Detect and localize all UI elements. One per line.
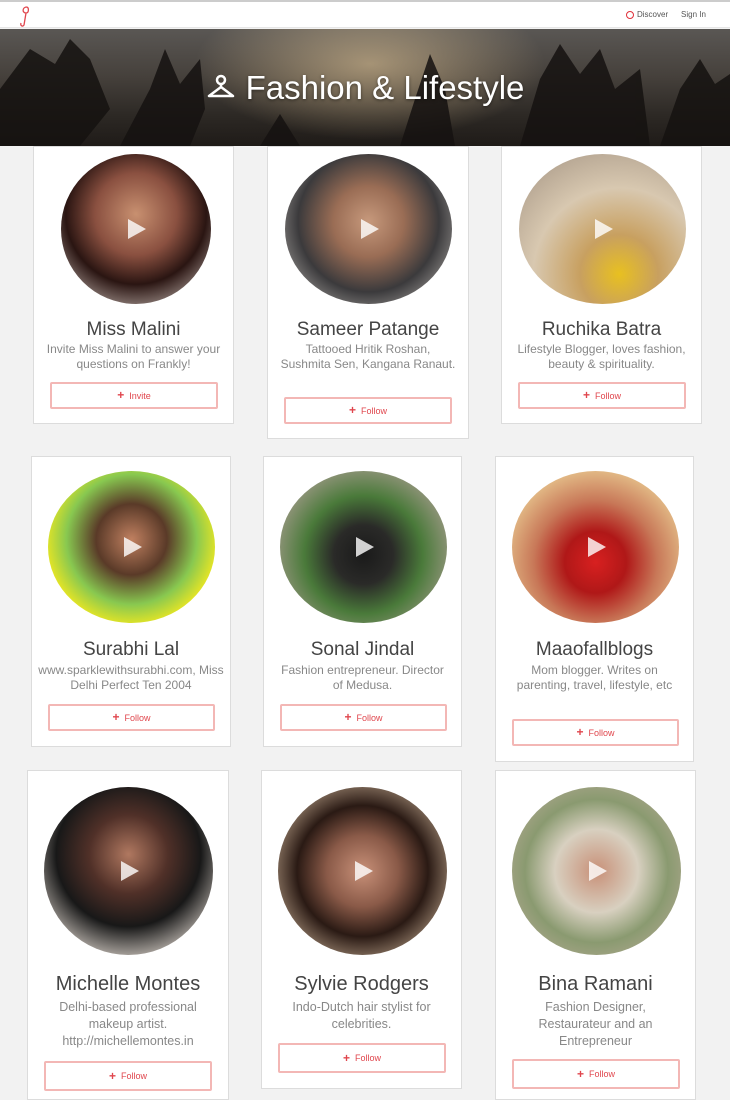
hanger-icon (207, 74, 234, 98)
plus-icon: + (576, 725, 584, 739)
profile-bio: Fashion entrepreneur. Director of Medusa… (281, 663, 444, 692)
avatar[interactable] (285, 154, 452, 304)
follow-label: Follow (589, 1069, 616, 1079)
profile-bio: Lifestyle Blogger, loves fashion, beauty… (517, 342, 686, 371)
avatar[interactable] (61, 154, 211, 304)
profile-bio: Mom blogger. Writes on parenting, travel… (516, 663, 673, 692)
profile-bio: Indo-Dutch hair stylist for celebrities. (292, 1000, 431, 1031)
avatar[interactable] (48, 471, 215, 623)
profile-bio: Delhi-based professional makeup artist. … (59, 1000, 197, 1048)
profile-name[interactable]: Sameer Patange (268, 319, 468, 341)
profile-card[interactable]: Michelle Montes Delhi-based professional… (27, 770, 229, 1100)
profile-card[interactable]: Sameer Patange Tattooed Hritik Roshan, S… (267, 146, 469, 439)
profile-name[interactable]: Surabhi Lal (32, 639, 230, 661)
avatar[interactable] (512, 787, 681, 955)
profile-card[interactable]: Miss Malini Invite Miss Malini to answer… (33, 146, 234, 424)
profile-name[interactable]: Ruchika Batra (502, 319, 701, 341)
follow-label: Follow (356, 712, 383, 723)
profile-name[interactable]: Maaofallblogs (496, 639, 693, 661)
invite-button[interactable]: + Invite (50, 382, 218, 409)
top-bar: Discover Sign In (0, 0, 730, 28)
plus-icon: + (112, 710, 120, 724)
follow-label: Follow (595, 390, 622, 401)
play-icon[interactable] (587, 537, 606, 557)
avatar[interactable] (44, 787, 213, 955)
play-icon[interactable] (128, 219, 146, 239)
profile-name[interactable]: Michelle Montes (28, 973, 228, 996)
signin-link[interactable]: Sign In (681, 10, 706, 19)
profile-card[interactable]: Sonal Jindal Fashion entrepreneur. Direc… (263, 456, 462, 747)
follow-button[interactable]: + Follow (280, 704, 447, 731)
profile-card[interactable]: Sylvie Rodgers Indo-Dutch hair stylist f… (261, 770, 462, 1089)
hero-banner: Fashion & Lifestyle (0, 29, 730, 146)
profile-name[interactable]: Miss Malini (34, 319, 233, 341)
plus-icon: + (582, 388, 590, 402)
discover-link[interactable]: Discover (626, 10, 668, 19)
follow-label: Follow (124, 712, 151, 723)
profile-card[interactable]: Surabhi Lal www.sparklewithsurabhi.com, … (31, 456, 231, 747)
follow-button[interactable]: + Follow (48, 704, 215, 731)
discover-icon (626, 10, 634, 19)
profile-card[interactable]: Bina Ramani Fashion Designer, Restaurate… (495, 770, 696, 1100)
play-icon[interactable] (360, 219, 379, 239)
profile-name[interactable]: Sylvie Rodgers (262, 973, 461, 996)
profile-name[interactable]: Bina Ramani (496, 973, 695, 996)
profile-bio: www.sparklewithsurabhi.com, Miss Delhi P… (38, 663, 224, 692)
play-icon[interactable] (120, 861, 139, 881)
follow-label: Follow (588, 727, 615, 738)
follow-button[interactable]: + Follow (512, 1059, 680, 1089)
follow-button[interactable]: + Follow (284, 397, 452, 424)
follow-label: Follow (355, 1053, 382, 1063)
avatar[interactable] (280, 471, 447, 623)
frankly-logo[interactable] (16, 4, 36, 28)
play-icon[interactable] (594, 219, 613, 239)
page-title-text: Fashion & Lifestyle (245, 69, 525, 106)
plus-icon: + (117, 388, 125, 402)
page-title: Fashion & Lifestyle (0, 69, 730, 107)
avatar[interactable] (519, 154, 686, 304)
plus-icon: + (108, 1068, 116, 1083)
follow-label: Follow (121, 1071, 148, 1081)
plus-icon: + (576, 1066, 584, 1081)
profile-bio: Tattooed Hritik Roshan, Sushmita Sen, Ka… (280, 342, 456, 371)
follow-button[interactable]: + Follow (44, 1061, 212, 1091)
profile-card[interactable]: Maaofallblogs Mom blogger. Writes on par… (495, 456, 694, 762)
avatar[interactable] (278, 787, 447, 955)
invite-label: Invite (129, 390, 151, 401)
follow-button[interactable]: + Follow (518, 382, 686, 409)
plus-icon: + (342, 1050, 350, 1065)
follow-label: Follow (361, 405, 388, 416)
play-icon[interactable] (588, 861, 607, 881)
plus-icon: + (344, 710, 352, 724)
play-icon[interactable] (123, 537, 142, 557)
profile-card[interactable]: Ruchika Batra Lifestyle Blogger, loves f… (501, 146, 702, 424)
follow-button[interactable]: + Follow (278, 1043, 446, 1073)
avatar[interactable] (512, 471, 679, 623)
play-icon[interactable] (354, 861, 373, 881)
plus-icon: + (348, 403, 356, 417)
profile-bio: Invite Miss Malini to answer your questi… (46, 342, 221, 371)
follow-button[interactable]: + Follow (512, 719, 679, 746)
profile-bio: Fashion Designer, Restaurateur and an En… (538, 1000, 653, 1048)
play-icon[interactable] (355, 537, 374, 557)
profile-name[interactable]: Sonal Jindal (264, 639, 461, 661)
discover-label: Discover (637, 10, 669, 19)
